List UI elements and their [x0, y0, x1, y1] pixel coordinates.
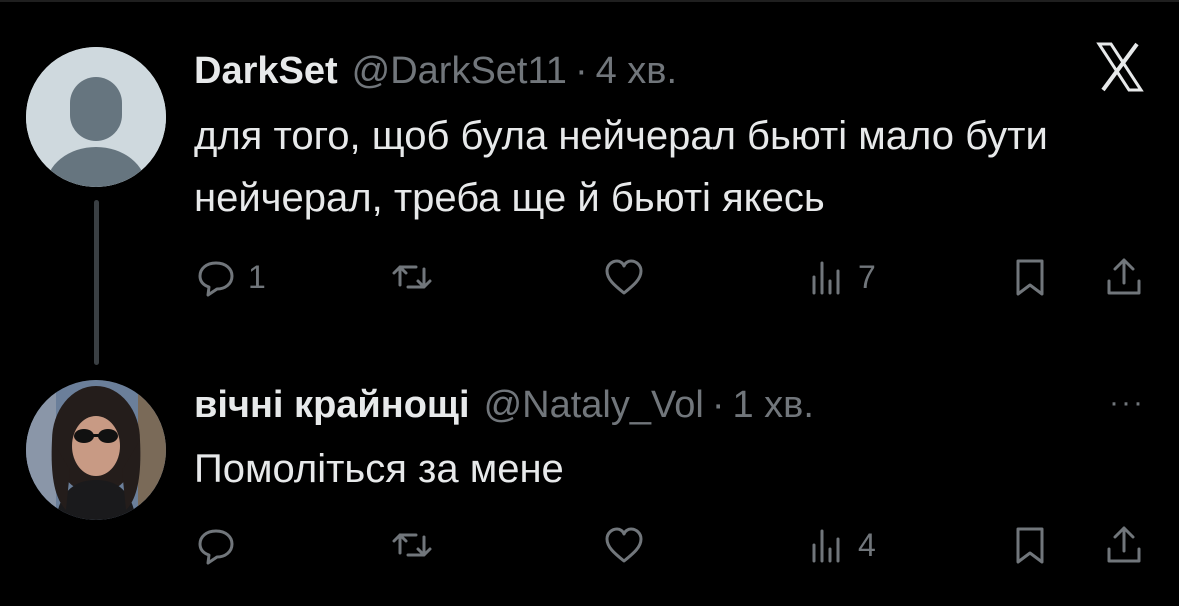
avatar-photo[interactable]	[26, 380, 166, 520]
tweet-nataly[interactable]: вічні крайнощі @Nataly_Vol · 1 хв. ··· П…	[0, 360, 1179, 606]
tweet-text: Помоліться за мене	[194, 447, 564, 491]
views-count: 7	[858, 258, 876, 295]
tweet-text: для того, щоб була нейчерал бьюті мало б…	[194, 114, 1048, 220]
default-avatar-icon	[26, 47, 166, 187]
author-name[interactable]: вічні крайнощі	[194, 384, 470, 427]
views-button[interactable]: 4	[804, 520, 876, 570]
author-name[interactable]: DarkSet	[194, 50, 338, 93]
bookmark-icon	[1008, 523, 1052, 567]
timestamp[interactable]: 1 хв.	[732, 384, 813, 427]
share-icon	[1102, 523, 1146, 567]
retweet-icon	[390, 523, 434, 567]
thread-line	[94, 200, 99, 365]
reply-count: 1	[248, 258, 266, 295]
bookmark-button[interactable]	[1008, 252, 1052, 302]
share-button[interactable]	[1102, 252, 1146, 302]
retweet-button[interactable]	[390, 520, 434, 570]
share-button[interactable]	[1102, 520, 1146, 570]
reply-button[interactable]	[194, 520, 248, 570]
more-icon[interactable]: ···	[1109, 386, 1145, 420]
views-button[interactable]: 7	[804, 252, 876, 302]
like-icon	[602, 255, 646, 299]
views-icon	[804, 255, 848, 299]
profile-photo-icon	[26, 380, 166, 520]
reply-icon	[194, 523, 238, 567]
bookmark-button[interactable]	[1008, 520, 1052, 570]
retweet-button[interactable]	[390, 252, 434, 302]
reply-icon	[194, 255, 238, 299]
author-handle[interactable]: @DarkSet11	[352, 50, 567, 93]
bookmark-icon	[1008, 255, 1052, 299]
share-icon	[1102, 255, 1146, 299]
like-button[interactable]	[602, 520, 646, 570]
x-logo-icon	[1093, 40, 1147, 94]
tweet-actions: 4	[194, 520, 1149, 570]
author-handle[interactable]: @Nataly_Vol	[484, 384, 704, 427]
separator: ·	[711, 384, 725, 426]
views-icon	[804, 523, 848, 567]
separator: ·	[574, 50, 588, 92]
tweet-header: DarkSet @DarkSet11 · 4 хв.	[194, 50, 677, 93]
like-button[interactable]	[602, 252, 646, 302]
tweet-header: вічні крайнощі @Nataly_Vol · 1 хв.	[194, 384, 814, 427]
retweet-icon	[390, 255, 434, 299]
timestamp[interactable]: 4 хв.	[596, 50, 677, 93]
tweet-actions: 1 7	[194, 252, 1149, 302]
tweet-darkset[interactable]: DarkSet @DarkSet11 · 4 хв. для того, щоб…	[0, 0, 1179, 365]
like-icon	[602, 523, 646, 567]
avatar-default[interactable]	[26, 47, 166, 187]
reply-button[interactable]: 1	[194, 252, 266, 302]
views-count: 4	[858, 526, 876, 563]
